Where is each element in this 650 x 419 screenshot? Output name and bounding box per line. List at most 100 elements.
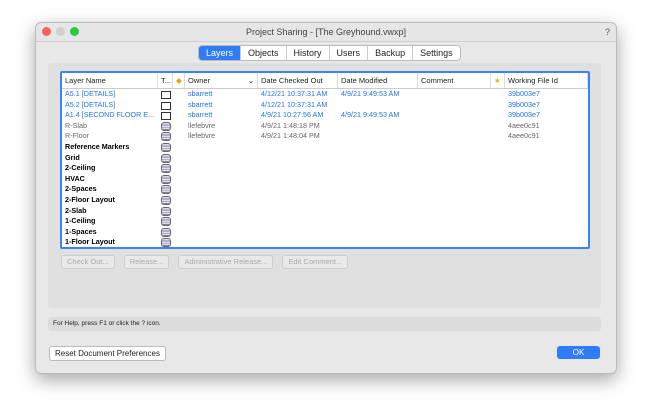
date-modified: [338, 100, 418, 111]
date-modified: [338, 142, 418, 153]
table-row[interactable]: A5.2 [DETAILS] sbarrett 4/12/21 10:37:31 A…: [62, 100, 588, 111]
date-checked-out: [258, 163, 338, 174]
release-button[interactable]: Release...: [123, 255, 170, 269]
tab-history[interactable]: History: [285, 46, 329, 60]
table-row[interactable]: 1-Ceiling: [62, 216, 588, 227]
zoom-button[interactable]: [70, 27, 79, 36]
table-row[interactable]: R-Slab llefebvre 4/9/21 1:48:18 PM 4aee0c91: [62, 121, 588, 132]
date-modified: [338, 216, 418, 227]
star-cell: [491, 163, 505, 174]
working-file-id: 4aee0c91: [508, 131, 540, 141]
type-cell: [158, 100, 173, 111]
comment: [418, 227, 491, 238]
type-cell: [158, 89, 173, 100]
date-checked-out: [258, 206, 338, 217]
close-button[interactable]: [42, 27, 51, 36]
tab-objects[interactable]: Objects: [240, 46, 286, 60]
owner: [185, 153, 258, 164]
layer-name: 1-Floor Layout: [65, 237, 115, 247]
col-owner[interactable]: Owner ⌄: [185, 73, 258, 88]
status-cell: [173, 142, 185, 153]
tab-layers[interactable]: Layers: [199, 46, 241, 60]
owner: [185, 227, 258, 238]
working-file-id: [505, 206, 588, 217]
layers-table[interactable]: Layer Name T... ◆ Owner ⌄ Date Checked Ou…: [60, 71, 590, 249]
comment: [418, 206, 491, 217]
type-cell: [158, 216, 173, 227]
working-file-id: [505, 237, 588, 247]
status-cell: [173, 227, 185, 238]
date-checked-out: 4/12/21 10:37:31 AM: [261, 99, 328, 109]
layer-name: 1-Spaces: [65, 226, 97, 236]
col-comment[interactable]: Comment: [418, 73, 491, 88]
star-cell: [491, 121, 505, 132]
col-type[interactable]: T...: [158, 73, 173, 88]
date-checked-out: 4/12/21 10:37:31 AM: [261, 89, 328, 98]
design-layer-icon: [161, 206, 171, 216]
table-row[interactable]: HVAC: [62, 174, 588, 185]
working-file-id: 39b003e7: [508, 89, 540, 98]
star-cell: [491, 216, 505, 227]
edit-comment-button[interactable]: Edit Comment...: [282, 255, 349, 269]
owner: [185, 206, 258, 217]
type-cell: [158, 184, 173, 195]
table-row[interactable]: A5.1 [DETAILS] sbarrett 4/12/21 10:37:31 A…: [62, 89, 588, 100]
col-date-modified[interactable]: Date Modified: [338, 73, 418, 88]
table-row[interactable]: 2-Floor Layout: [62, 195, 588, 206]
type-cell: [158, 195, 173, 206]
owner: llefebvre: [188, 131, 216, 141]
tab-users[interactable]: Users: [328, 46, 368, 60]
table-row[interactable]: Reference Markers: [62, 142, 588, 153]
type-cell: [158, 206, 173, 217]
reset-document-preferences-button[interactable]: Reset Document Preferences: [49, 346, 166, 361]
tab-settings[interactable]: Settings: [412, 46, 460, 60]
date-checked-out: [258, 174, 338, 185]
layer-name: A1.4 [SECOND FLOOR E...: [65, 110, 155, 120]
date-checked-out: [258, 195, 338, 206]
table-row[interactable]: Grid: [62, 153, 588, 164]
layer-name: 2-Floor Layout: [65, 194, 115, 204]
working-file-id: 39b003e7: [508, 99, 540, 109]
star-cell: [491, 237, 505, 247]
administrative-release-button[interactable]: Administrative Release...: [178, 255, 274, 269]
table-row[interactable]: 1-Floor Layout: [62, 237, 588, 247]
col-date-checked-out[interactable]: Date Checked Out: [258, 73, 338, 88]
date-checked-out: [258, 216, 338, 227]
star-icon[interactable]: ★: [491, 73, 505, 88]
comment: [418, 131, 491, 142]
sheet-layer-icon: [161, 91, 171, 99]
comment: [418, 163, 491, 174]
tab-bar: Layers Objects History Users Backup Settings: [198, 45, 461, 61]
status-cell: [173, 237, 185, 247]
title-bar: Project Sharing - [The Greyhound.vwxp] ?: [36, 23, 616, 42]
col-layer-name[interactable]: Layer Name: [62, 73, 158, 88]
ok-button[interactable]: OK: [557, 346, 600, 359]
check-out-button[interactable]: Check Out...: [61, 255, 115, 269]
tab-backup[interactable]: Backup: [367, 46, 412, 60]
design-layer-icon: [161, 238, 171, 247]
status-cell: [173, 131, 185, 142]
help-icon[interactable]: ?: [605, 23, 610, 41]
sheet-layer-icon: [161, 101, 171, 110]
action-buttons: Check Out... Release... Administrative R…: [61, 255, 349, 269]
table-row[interactable]: 2-Slab: [62, 206, 588, 217]
status-diamond-icon[interactable]: ◆: [173, 73, 185, 88]
table-row[interactable]: R-Floor llefebvre 4/9/21 1:48:04 PM 4aee0c9…: [62, 131, 588, 142]
col-working-file-id[interactable]: Working File Id: [505, 73, 588, 88]
table-row[interactable]: 2-Ceiling: [62, 163, 588, 174]
date-checked-out: [258, 237, 338, 247]
table-body: A5.1 [DETAILS] sbarrett 4/12/21 10:37:31 A…: [62, 89, 588, 247]
working-file-id: 39b003e7: [508, 110, 540, 120]
date-checked-out: [258, 184, 338, 195]
star-cell: [491, 153, 505, 164]
status-cell: [173, 206, 185, 217]
type-cell: [158, 174, 173, 185]
table-row[interactable]: 1-Spaces: [62, 227, 588, 238]
minimize-button[interactable]: [56, 27, 65, 36]
design-layer-icon: [161, 121, 171, 131]
layer-name: 2-Slab: [65, 205, 87, 215]
status-cell: [173, 110, 185, 121]
table-row[interactable]: A1.4 [SECOND FLOOR E... sbarrett 4/9/21 10…: [62, 110, 588, 121]
table-row[interactable]: 2-Spaces: [62, 184, 588, 195]
design-layer-icon: [161, 164, 171, 174]
